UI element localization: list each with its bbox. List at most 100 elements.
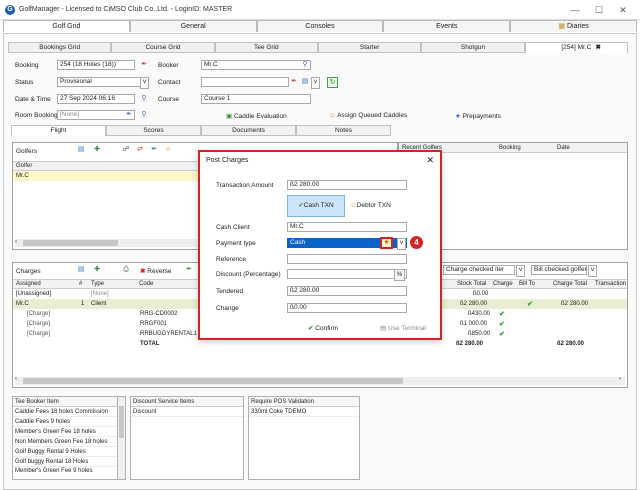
reverse-button[interactable]: ✖ Reverse [140, 267, 171, 275]
tab-booking-254-label: [254] Mr.C [561, 44, 592, 51]
charges-scroll-thumb[interactable] [23, 378, 403, 384]
charges-scroll-left-icon[interactable]: ‹ [15, 376, 17, 382]
list-item[interactable]: Golf Buggy Rental 9 Holes [13, 447, 125, 457]
booker-field[interactable]: Mr.C [201, 60, 311, 70]
search-room-icon[interactable]: ⚲ [138, 110, 150, 120]
row-charge[interactable]: ✔ [499, 320, 505, 328]
tab-notes[interactable]: Notes [296, 125, 391, 136]
discount-percentage-field[interactable] [287, 269, 407, 279]
list-item[interactable]: Discount [131, 407, 243, 417]
bill-to-column: Bill To [519, 281, 535, 287]
group-icon[interactable]: ☺ [162, 145, 174, 155]
assign-caddies-link[interactable]: ☺ Assign Queued Caddies [329, 112, 407, 119]
tab-golf-grid[interactable]: Golf Grid [3, 20, 130, 32]
status-dropdown-icon[interactable]: ˅ [140, 77, 149, 89]
booking-label: Booking [15, 62, 39, 69]
row-billto[interactable]: ✔ [527, 300, 533, 308]
tab-bookings-grid[interactable]: Bookings Grid [8, 42, 112, 53]
maximize-icon[interactable]: ☐ [592, 4, 606, 16]
payment-type-dropdown-icon[interactable]: ˅ [397, 238, 406, 250]
list-item[interactable]: Non Members Green Fee 18 holes [13, 437, 125, 447]
row-charge[interactable]: ✔ [499, 310, 505, 318]
search-booker-icon[interactable]: ⚲ [299, 60, 311, 70]
tab-scores[interactable]: Scores [106, 125, 201, 136]
tab-events[interactable]: Events [383, 20, 511, 32]
edit-room-icon[interactable]: ✒ [124, 110, 134, 120]
add-charge-icon[interactable]: ✚ [91, 265, 103, 275]
post-charges-icon[interactable]: ✒ [183, 265, 195, 275]
booking-field[interactable]: 254 (18 Holes (18)) [57, 60, 135, 70]
bill-filter-dropdown-icon[interactable]: ˅ [588, 265, 597, 277]
new-golfer-icon[interactable]: ▤ [75, 145, 87, 155]
row-charge[interactable]: ✔ [499, 330, 505, 338]
tab-tee-grid[interactable]: Tee Grid [214, 42, 318, 53]
charges-scroll-right-icon[interactable]: › [619, 376, 621, 382]
reference-field[interactable] [287, 254, 407, 264]
cash-txn-button[interactable]: ✔Cash TXN [287, 195, 345, 217]
minimize-icon[interactable]: — [568, 4, 582, 16]
booker-label: Booker [158, 62, 179, 69]
list-item[interactable]: Caddie Fees 9 holes [13, 417, 125, 427]
contact-dropdown-icon[interactable]: ˅ [311, 77, 320, 89]
golfers-scroll-thumb[interactable] [23, 240, 118, 246]
caddie-evaluation-link[interactable]: ▣ Caddie Evaluation [226, 112, 287, 120]
stock-total-column: Stock Total [457, 281, 487, 287]
edit-golfer-icon[interactable]: ✒ [148, 145, 160, 155]
swap-icon[interactable]: ⇄ [134, 145, 146, 155]
tee-booker-scroll-thumb[interactable] [119, 406, 124, 438]
change-field[interactable]: ß0.00 [287, 303, 407, 313]
datetime-field[interactable]: 27 Sep 2024 06:16 [57, 94, 135, 104]
course-field[interactable]: Course 1 [201, 94, 311, 104]
row-total: ß2 280.00 [561, 301, 589, 307]
refresh-icon[interactable]: ↻ [327, 77, 338, 88]
discount-list: Discount Service Items Discount [130, 396, 244, 480]
cash-client-field[interactable]: Mr.C [287, 222, 407, 232]
tab-starter[interactable]: Starter [317, 42, 422, 53]
tab-course-grid[interactable]: Course Grid [111, 42, 215, 53]
close-tab-icon[interactable]: ✖ [596, 43, 601, 52]
tab-diaries[interactable]: ▦ Diaries [510, 20, 637, 32]
tab-consoles[interactable]: Consoles [256, 20, 384, 32]
transaction-amount-label: Transaction Amount [216, 182, 274, 189]
transaction-amount-field[interactable]: ß2 280.00 [287, 180, 407, 190]
course-label: Course [158, 96, 179, 103]
confirm-button[interactable]: ✔ Confirm [308, 324, 338, 332]
debtor-txn-button[interactable]: ☺Debtor TXN [350, 202, 391, 209]
tab-flight[interactable]: Flight [11, 125, 106, 136]
link-icon[interactable]: ☍ [120, 145, 132, 155]
scroll-left-icon[interactable]: ‹ [15, 239, 17, 245]
charge-filter-dropdown-icon[interactable]: ˅ [516, 265, 525, 277]
contact-field[interactable] [201, 77, 289, 87]
new-charge-icon[interactable]: ▤ [75, 265, 87, 275]
tab-documents[interactable]: Documents [201, 125, 296, 136]
list-item[interactable]: Golf buggy Rental 18 Holes [13, 457, 125, 467]
status-select[interactable]: Provisional [57, 77, 149, 87]
list-item[interactable]: Member's Green Fee 18 holes [13, 427, 125, 437]
tab-shotgun[interactable]: Shotgun [421, 42, 525, 53]
close-icon[interactable]: ✕ [616, 4, 630, 16]
edit-booking-icon[interactable]: ✒ [138, 60, 150, 70]
list-item[interactable]: Caddie Fees 18 holes Commission [13, 407, 125, 417]
charge-filter-select[interactable]: Charge checked iter [443, 265, 515, 275]
add-golfer-icon[interactable]: ✚ [91, 145, 103, 155]
use-terminal-button[interactable]: ▤ Use Terminal [380, 324, 426, 332]
percent-icon[interactable]: % [394, 269, 405, 281]
edit-contact-icon[interactable]: ✒ [289, 77, 299, 87]
tendered-field[interactable]: ß2 280.00 [287, 286, 407, 296]
caddie-evaluation-icon: ▣ [226, 113, 234, 120]
payment-type-lookup-icon[interactable]: ★ [380, 237, 393, 249]
tab-booking-254[interactable]: [254] Mr.C ✖ [524, 42, 628, 53]
dialog-close-icon[interactable]: ✕ [426, 155, 434, 166]
change-label: Change [216, 305, 239, 312]
document-icon[interactable]: ▤ [300, 77, 310, 87]
search-datetime-icon[interactable]: ⚲ [138, 94, 150, 104]
prepayments-link[interactable]: ★ Prepayments [455, 112, 501, 120]
bill-filter-select[interactable]: Bill checked golfers [531, 265, 587, 275]
calendar-icon: ▦ [558, 23, 567, 30]
tab-general[interactable]: General [129, 20, 257, 32]
use-terminal-label: Use Terminal [387, 325, 426, 332]
list-item[interactable]: 330ml Coke TDEMO [249, 407, 359, 417]
charge-total-column: Charge Total [553, 281, 587, 287]
list-item[interactable]: Member's Green Fee 9 holes [13, 467, 125, 473]
print-icon[interactable]: ⎙ [120, 265, 132, 275]
